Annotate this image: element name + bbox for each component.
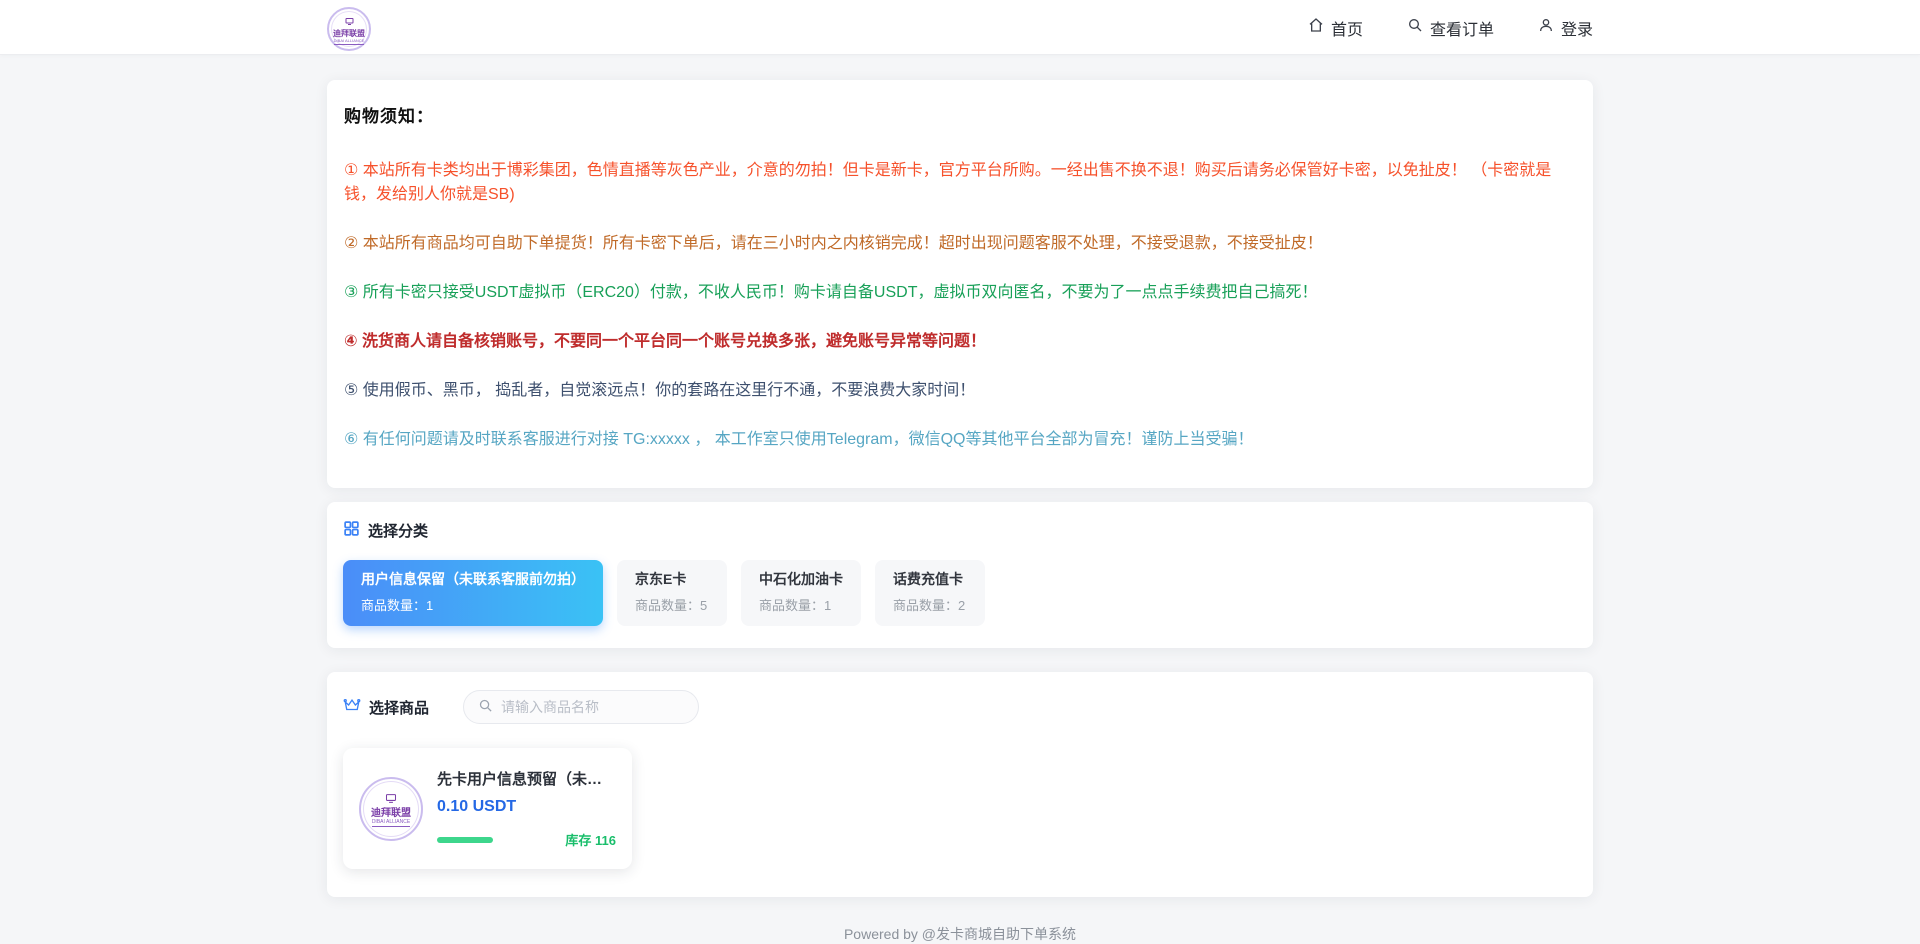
product-logo: 迪拜联盟 DIBAI ALLIANCE [359, 777, 423, 841]
home-icon [1308, 17, 1324, 38]
stock-progress-bar [437, 837, 493, 843]
product-section: 选择商品 迪拜联盟 DIBAI ALLIANCE 先卡用户信息预留（未联... … [327, 672, 1593, 897]
product-info: 先卡用户信息预留（未联... 0.10 USDT 库存 116 [437, 768, 616, 849]
category-section-title: 选择分类 [368, 520, 428, 541]
category-section: 选择分类 用户信息保留（未联系客服前勿拍） 商品数量：1 京东E卡 商品数量：5… [327, 502, 1593, 648]
crown-icon [343, 697, 361, 717]
category-count: 商品数量：5 [635, 595, 709, 614]
nav-home[interactable]: 首页 [1308, 16, 1363, 40]
product-price: 0.10 USDT [437, 798, 616, 816]
stock-label: 库存 [565, 833, 591, 848]
nav-orders[interactable]: 查看订单 [1407, 16, 1494, 40]
site-logo[interactable]: 迪拜联盟 DIBAI ALLIANCE [327, 7, 371, 51]
product-card[interactable]: 迪拜联盟 DIBAI ALLIANCE 先卡用户信息预留（未联... 0.10 … [343, 748, 632, 869]
logo-text-en: DIBAI ALLIANCE [334, 38, 365, 45]
notice-item-1: ① 本站所有卡类均出于博彩集团，色情直播等灰色产业，介意的勿拍！但卡是新卡，官方… [344, 159, 1576, 207]
notice-item-4: ④ 洗货商人请自备核销账号，不要同一个平台同一个账号兑换多张，避免账号异常等问题… [344, 330, 1576, 354]
category-name: 中石化加油卡 [759, 570, 843, 588]
category-count: 商品数量：1 [361, 595, 585, 614]
logo-text-cn: 迪拜联盟 [333, 30, 365, 39]
category-list: 用户信息保留（未联系客服前勿拍） 商品数量：1 京东E卡 商品数量：5 中石化加… [343, 560, 1577, 626]
top-header: 迪拜联盟 DIBAI ALLIANCE 首页 查看订单 登录 [0, 0, 1920, 55]
logo-monitor-icon [345, 12, 354, 30]
search-icon [478, 698, 493, 717]
category-card-phone-topup[interactable]: 话费充值卡 商品数量：2 [875, 560, 985, 626]
footer-text: Powered by @发卡商城自助下单系统 [327, 924, 1593, 944]
notice-item-5: ⑤ 使用假币、黑币， 捣乱者，自觉滚远点！你的套路在这里行不通，不要浪费大家时间… [344, 379, 1576, 403]
search-input[interactable] [501, 699, 684, 715]
nav-home-label: 首页 [1331, 16, 1363, 40]
category-count: 商品数量：2 [893, 595, 967, 614]
nav-orders-label: 查看订单 [1430, 16, 1494, 40]
notice-item-2: ② 本站所有商品均可自助下单提货！所有卡密下单后，请在三小时内之内核销完成！超时… [344, 232, 1576, 256]
category-card-sinopec[interactable]: 中石化加油卡 商品数量：1 [741, 560, 861, 626]
product-name: 先卡用户信息预留（未联... [437, 768, 607, 789]
nav-login[interactable]: 登录 [1538, 16, 1593, 40]
user-icon [1538, 17, 1554, 38]
category-name: 用户信息保留（未联系客服前勿拍） [361, 570, 585, 588]
notice-title: 购物须知： [344, 102, 1576, 127]
notice-card: 购物须知： ① 本站所有卡类均出于博彩集团，色情直播等灰色产业，介意的勿拍！但卡… [327, 80, 1593, 488]
product-search[interactable] [463, 690, 699, 724]
category-card-user-info[interactable]: 用户信息保留（未联系客服前勿拍） 商品数量：1 [343, 560, 603, 626]
category-grid-icon [343, 520, 360, 541]
product-section-title: 选择商品 [369, 697, 429, 718]
category-count: 商品数量：1 [759, 595, 843, 614]
product-section-header: 选择商品 [343, 690, 1577, 724]
main-nav: 首页 查看订单 登录 [1308, 16, 1593, 40]
product-stock-row: 库存 116 [437, 830, 616, 849]
logo-text-cn: 迪拜联盟 [371, 808, 411, 819]
logo-text-en: DIBAI ALLIANCE [372, 819, 410, 827]
category-section-header: 选择分类 [343, 520, 1577, 541]
nav-login-label: 登录 [1561, 16, 1593, 40]
notice-item-3: ③ 所有卡密只接受USDT虚拟币（ERC20）付款，不收人民币！购卡请自备USD… [344, 281, 1576, 305]
stock-badge: 库存 116 [565, 830, 616, 849]
notice-item-6: ⑥ 有任何问题请及时联系客服进行对接 TG:xxxxx ， 本工作室只使用Tel… [344, 428, 1576, 452]
logo-monitor-icon [385, 790, 397, 808]
category-name: 话费充值卡 [893, 570, 967, 588]
category-card-jd-ecard[interactable]: 京东E卡 商品数量：5 [617, 560, 727, 626]
category-name: 京东E卡 [635, 570, 709, 588]
stock-value: 116 [595, 833, 616, 848]
search-icon [1407, 17, 1423, 38]
